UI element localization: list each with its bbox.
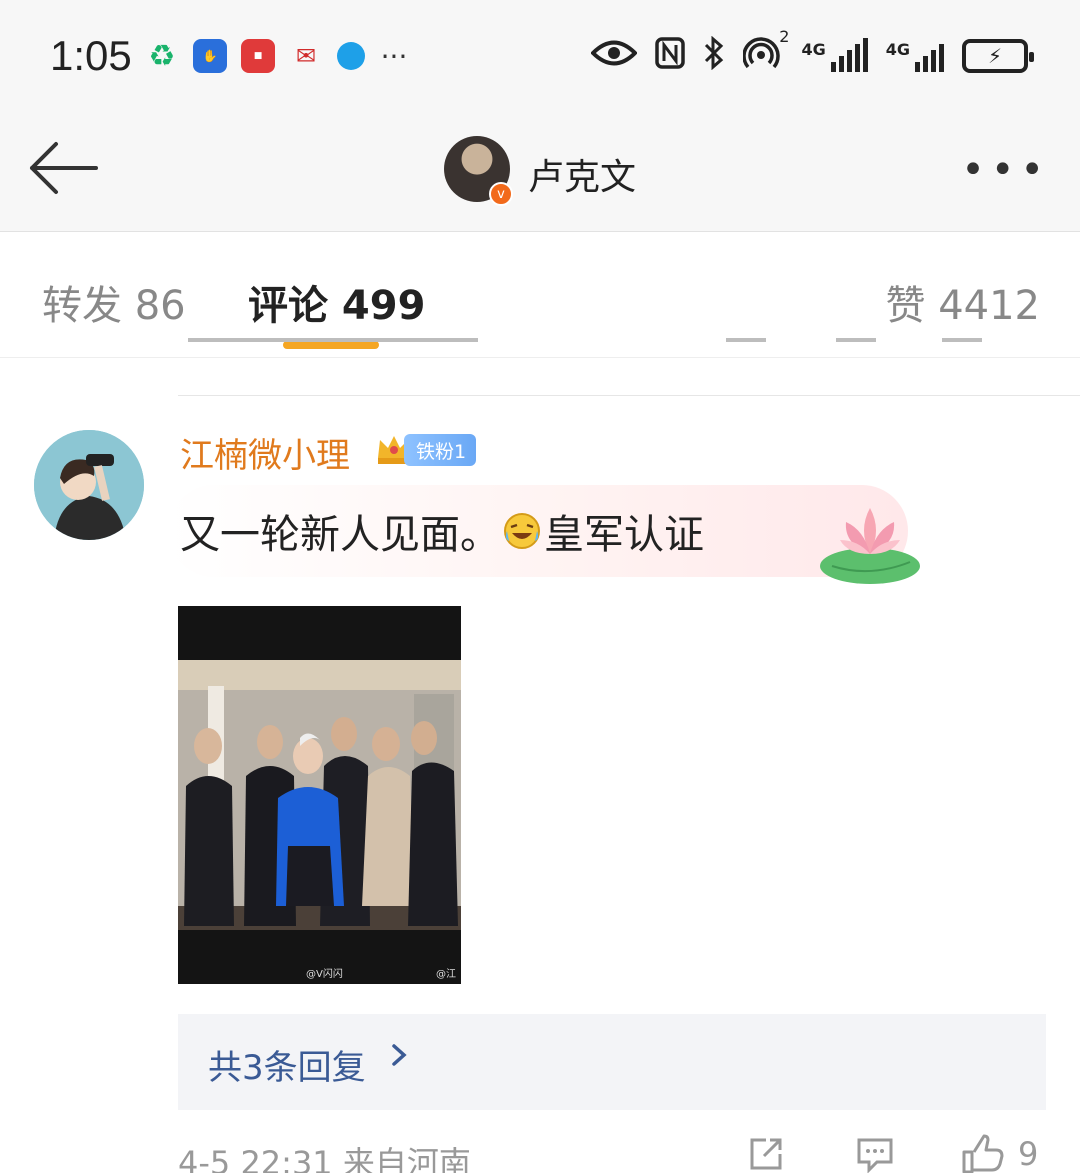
comment-photo[interactable]: @V闪闪 @江 xyxy=(178,606,461,984)
comment-text-part-1: 又一轮新人见面。 xyxy=(180,512,500,558)
tab-likes[interactable]: 赞 4412 xyxy=(885,273,1040,331)
network-label-2: 4G xyxy=(885,40,910,59)
status-bar: 1:05 ♻ ✋ ■ ✉ ··· 2 4G 4G ⚡ xyxy=(0,0,1080,110)
signal-icon-1: 4G xyxy=(801,38,868,72)
replies-box[interactable]: 共3条回复 xyxy=(178,1014,1046,1110)
back-arrow-icon[interactable] xyxy=(26,138,98,198)
network-label-1: 4G xyxy=(801,40,826,59)
share-button[interactable] xyxy=(746,1134,786,1173)
hotspot-icon: 2 xyxy=(742,29,789,77)
comment-timestamp: 4-5 22:31 来自河南 xyxy=(178,1144,471,1173)
status-time: 1:05 xyxy=(50,32,132,79)
blue-app-icon: ✋ xyxy=(193,39,227,73)
commenter-username[interactable]: 江楠微小理 xyxy=(180,428,350,477)
notification-icons: ♻ ✋ ■ ✉ ··· xyxy=(145,38,409,74)
globe-app-icon xyxy=(337,42,365,70)
commenter-avatar[interactable] xyxy=(34,430,144,540)
previous-comment-footer xyxy=(178,338,1048,366)
photo-watermark-2: @江 xyxy=(436,969,456,980)
bluetooth-icon xyxy=(703,35,725,76)
nfc-icon xyxy=(655,37,686,75)
photo-watermark-1: @V闪闪 xyxy=(306,969,343,980)
tab-comments[interactable]: 评论 499 xyxy=(248,273,425,331)
comment-divider xyxy=(178,395,1080,396)
lotus-decoration-icon xyxy=(818,500,922,588)
laugh-cry-emoji-icon xyxy=(502,511,542,551)
signal-icon-2: 4G xyxy=(886,40,944,72)
mail-app-icon: ✉ xyxy=(295,42,317,70)
like-count: 9 xyxy=(1018,1135,1039,1173)
more-options-button[interactable]: ••• xyxy=(961,150,1050,190)
green-app-icon: ♻ xyxy=(148,38,176,74)
like-button[interactable]: 9 xyxy=(960,1134,1038,1173)
view-replies-link[interactable]: 共3条回复 xyxy=(208,1040,366,1089)
more-notifications-icon: ··· xyxy=(380,39,408,73)
eye-icon xyxy=(590,38,639,74)
thumbs-up-icon xyxy=(962,1134,1004,1173)
comment-text: 又一轮新人见面。 皇军认证 xyxy=(180,502,704,560)
share-icon xyxy=(750,1138,782,1170)
comment-icon xyxy=(857,1138,893,1173)
fan-level-badge: 铁粉1 xyxy=(404,434,477,466)
top-nav-bar: v 卢克文 ••• xyxy=(0,110,1080,232)
profile-name[interactable]: 卢克文 xyxy=(528,148,636,200)
comment-text-part-2: 皇军认证 xyxy=(544,512,704,558)
huawei-app-icon: ■ xyxy=(241,39,275,73)
system-icons: 2 4G 4G ⚡ xyxy=(590,29,1034,78)
battery-icon: ⚡ xyxy=(962,39,1034,73)
chevron-right-icon xyxy=(390,1038,410,1081)
verified-badge-icon: v xyxy=(489,182,513,206)
sim-badge: 2 xyxy=(779,27,790,46)
tab-reposts[interactable]: 转发 86 xyxy=(42,273,186,331)
reply-button[interactable] xyxy=(855,1134,895,1173)
